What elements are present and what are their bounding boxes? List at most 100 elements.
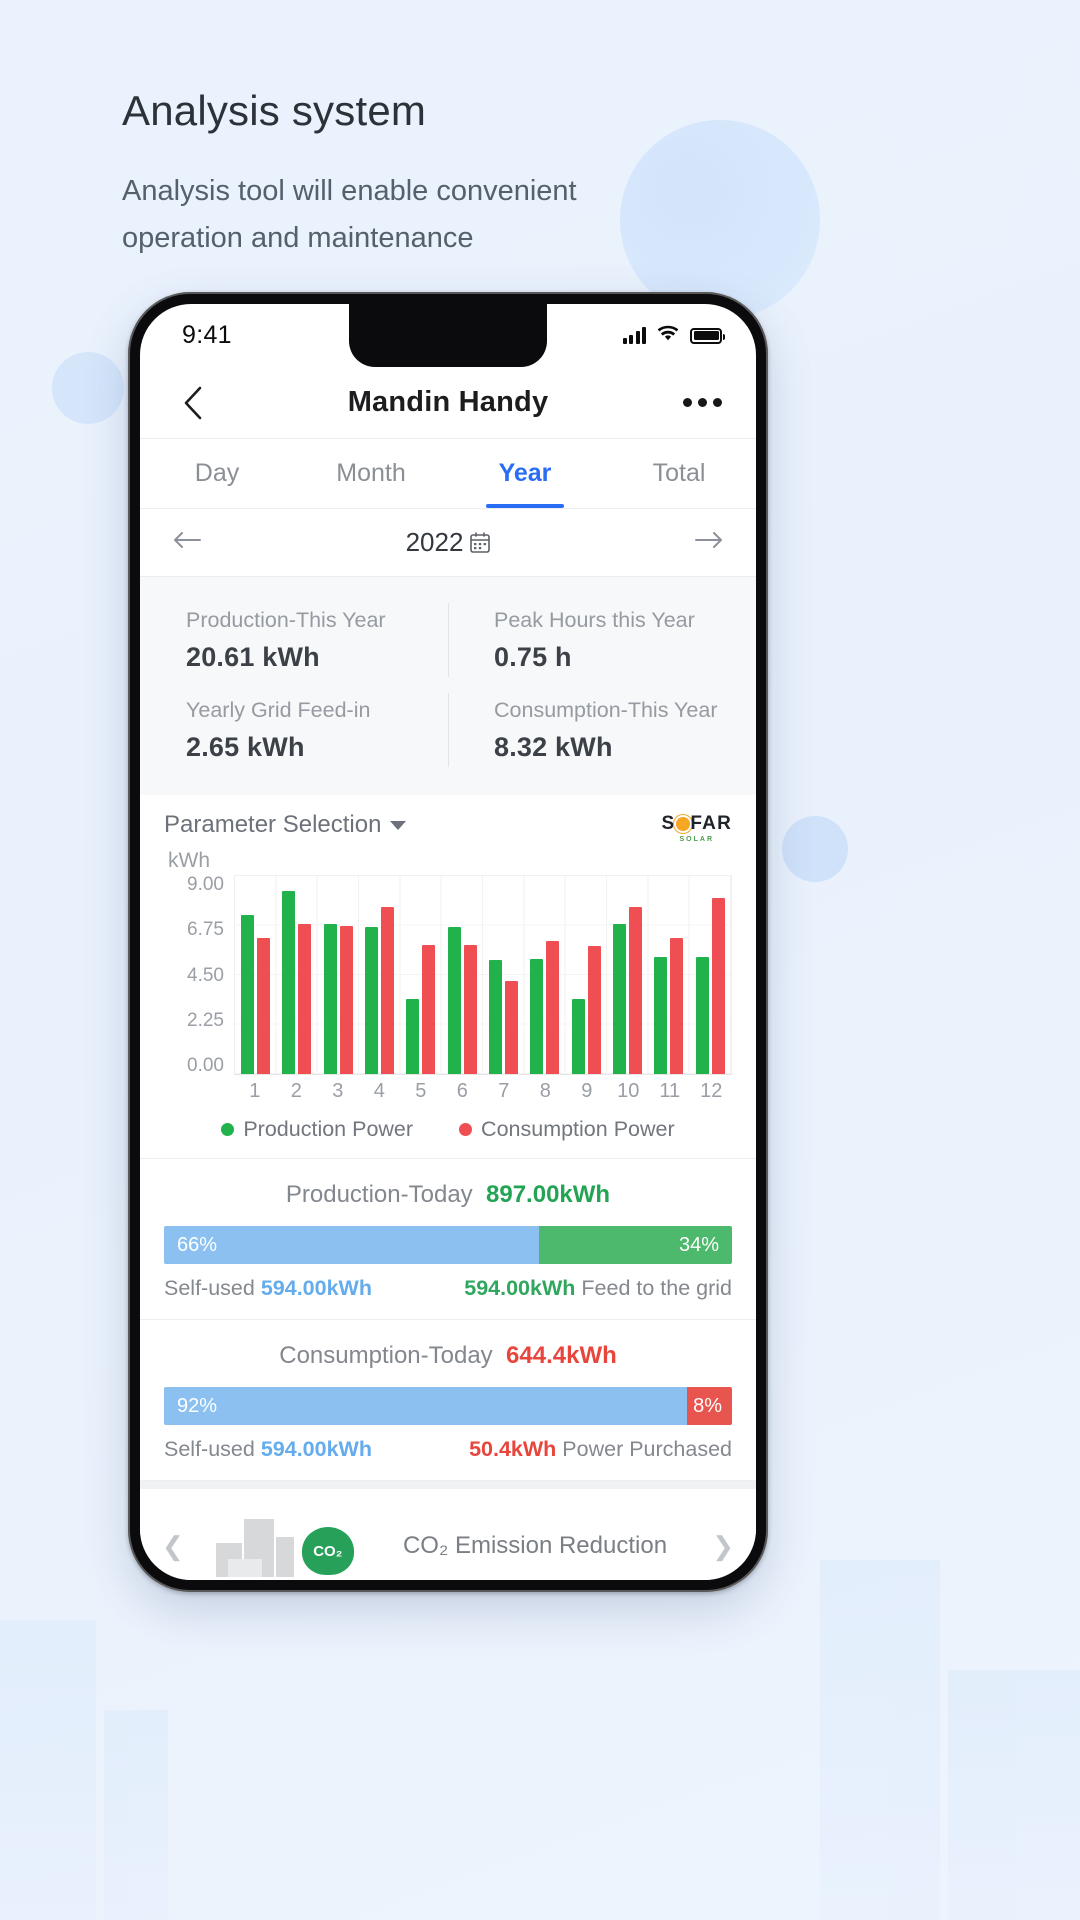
legend-swatch-consumption [459,1123,473,1136]
calendar-icon [470,532,491,553]
status-icons [622,325,725,347]
bar-group [276,876,317,1074]
bar-production [241,914,255,1074]
consumption-today-total: 644.4kWh [506,1342,617,1369]
bar-production [282,891,296,1074]
self-used-prefix: Self-used [164,1276,255,1300]
bar-group [442,876,483,1074]
x-tick: 7 [498,1080,510,1102]
next-period-button[interactable] [694,530,724,555]
x-tick: 8 [539,1080,551,1102]
parameter-selection-dropdown[interactable]: Parameter Selection [164,811,407,839]
bar-consumption [422,945,436,1074]
bar-group [318,876,359,1074]
bar-group [483,876,524,1074]
summary-stats: Production-This Year 20.61 kWh Peak Hour… [140,577,756,795]
stats-row-1: Production-This Year 20.61 kWh Peak Hour… [140,595,756,685]
co2-label: CO₂ Emission Reduction [402,1532,668,1559]
feed-suffix: Feed to the grid [581,1276,732,1300]
back-button[interactable] [170,380,216,426]
status-time: 9:41 [182,321,232,349]
purchased-suffix: Power Purchased [562,1437,732,1461]
wifi-icon [657,325,679,347]
bar-group [607,876,648,1074]
bar-production [489,959,503,1074]
stat-label: Yearly Grid Feed-in [186,698,371,722]
bar-group [524,876,565,1074]
period-label: 2022 [405,527,464,557]
chart-x-axis: 1 2 3 4 5 6 7 8 9 10 11 12 [234,1080,732,1103]
x-tick: 5 [415,1080,427,1102]
production-today-section: Production-Today 897.00kWh 66% 34% Self-… [140,1159,756,1320]
consumption-purchased-segment: 8% [686,1387,732,1425]
bar-production [323,924,337,1074]
stat-yearly-grid-feed-in: Yearly Grid Feed-in 2.65 kWh [140,685,448,775]
prev-period-button[interactable] [172,530,202,555]
stat-peak-hours-this-year: Peak Hours this Year 0.75 h [448,595,756,685]
bar-group [566,876,607,1074]
co2-prev-button[interactable]: ❮ [162,1531,184,1562]
consumption-progress-bar: 92% 8% [164,1387,732,1425]
bar-production [365,926,379,1074]
co2-badge: CO₂ [301,1527,354,1575]
consumption-self-used-label: Self-used 594.00kWh [164,1437,372,1462]
chevron-down-icon [390,820,407,830]
co2-emission-section: ❮ CO₂ CO₂ Emission Reduction ❯ [140,1489,756,1580]
co2-next-button[interactable]: ❯ [712,1531,734,1562]
decorative-circle-small-right [782,816,848,882]
stat-value: 2.65 kWh [186,732,305,762]
battery-icon [690,327,725,344]
sun-icon [675,817,690,831]
bar-consumption [670,937,684,1074]
decorative-circle-small-left [52,352,124,424]
chart-legend: Production Power Consumption Power [164,1117,732,1144]
bar-consumption [546,940,560,1074]
phone-mockup: 9:41 Mandin Handy Day Month Year Total 2… [128,292,768,1592]
bar-consumption [629,906,643,1074]
bar-group [690,876,731,1074]
chart-bars [235,876,731,1074]
tab-month[interactable]: Month [294,439,448,508]
bar-consumption [463,945,477,1074]
arrow-left-icon [174,532,201,548]
y-tick: 4.50 [187,964,224,986]
arrow-right-icon [695,532,722,548]
chevron-left-icon [184,386,202,419]
bar-consumption [298,924,312,1074]
purchased-value: 50.4kWh [469,1437,557,1461]
date-navigation: 2022 [140,509,756,577]
phone-screen: 9:41 Mandin Handy Day Month Year Total 2… [140,304,756,1580]
stat-consumption-this-year: Consumption-This Year 8.32 kWh [448,685,756,775]
parameter-selection-label: Parameter Selection [164,811,382,838]
tab-total[interactable]: Total [602,439,756,508]
feed-value: 594.00kWh [464,1276,576,1300]
more-options-button[interactable] [679,386,726,419]
logo-tagline: SOLAR [679,836,714,843]
chart-section: Parameter Selection S FAR SOLAR kWh 9.00 … [140,795,756,1159]
x-tick: 6 [456,1080,468,1102]
period-tabs: Day Month Year Total [140,439,756,509]
page-subtitle: Analysis tool will enable convenient ope… [122,175,577,255]
production-today-label: Production-Today [285,1181,473,1208]
consumption-today-label: Consumption-Today [279,1342,493,1369]
legend-label: Production Power [243,1117,414,1141]
bar-group [235,876,276,1074]
current-period[interactable]: 2022 [406,527,491,558]
page-title-nav: Mandin Handy [347,386,549,418]
x-tick: 12 [700,1080,723,1102]
stat-value: 20.61 kWh [186,642,320,672]
page-root: Analysis system Analysis tool will enabl… [0,0,1080,1920]
bar-production [447,926,461,1074]
tab-year[interactable]: Year [448,439,602,508]
legend-swatch-production [221,1123,235,1136]
tab-day[interactable]: Day [140,439,294,508]
stat-label: Production-This Year [186,608,386,632]
co2-illustration: CO₂ [198,1515,358,1577]
legend-label: Consumption Power [481,1117,675,1141]
consumption-progress-labels: Self-used 594.00kWh 50.4kWh Power Purcha… [164,1437,732,1462]
y-tick: 9.00 [187,874,224,895]
page-title: Analysis system [122,87,427,134]
y-tick: 6.75 [187,919,224,941]
x-tick: 11 [659,1080,681,1102]
x-tick: 1 [249,1080,261,1102]
